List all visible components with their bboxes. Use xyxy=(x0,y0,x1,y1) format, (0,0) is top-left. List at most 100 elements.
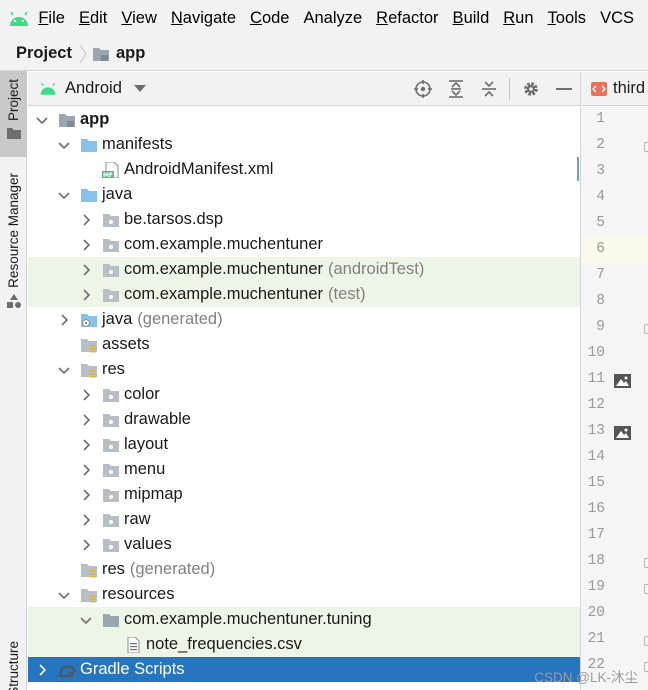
editor-tab-strip: third xyxy=(580,72,648,106)
tree-node-csv-file[interactable]: note_frequencies.csv xyxy=(28,632,580,657)
tree-node-package-android-test[interactable]: com.example.muchentuner (androidTest) xyxy=(28,257,580,282)
settings-button[interactable] xyxy=(514,72,547,106)
chevron-down-icon[interactable] xyxy=(58,364,70,376)
chevron-right-icon[interactable] xyxy=(80,538,92,551)
tree-node-package-test[interactable]: com.example.muchentuner (test) xyxy=(28,282,580,307)
collapse-all-button[interactable] xyxy=(472,72,505,106)
tree-node-java-generated[interactable]: java (generated) xyxy=(28,307,580,332)
menu-tools[interactable]: Tools xyxy=(548,9,587,28)
select-opened-file-button[interactable] xyxy=(406,72,439,106)
tree-node-res-drawable[interactable]: drawable xyxy=(28,407,580,432)
menu-edit[interactable]: Edit xyxy=(79,9,107,28)
tree-node-package[interactable]: com.example.muchentuner xyxy=(28,232,580,257)
fold-icon[interactable] xyxy=(644,584,648,594)
menu-refactor[interactable]: Refactor xyxy=(376,9,438,28)
line-number: 5 xyxy=(596,215,605,231)
view-mode-dropdown[interactable]: Android xyxy=(39,79,146,98)
tree-node-res-color[interactable]: color xyxy=(28,382,580,407)
tree-node-resources[interactable]: resources xyxy=(28,582,580,607)
tree-node-manifests[interactable]: manifests xyxy=(28,132,580,157)
chevron-right-icon[interactable] xyxy=(80,388,92,401)
chevron-right-icon[interactable] xyxy=(36,663,48,676)
menu-code[interactable]: Code xyxy=(250,9,289,28)
tree-node-app[interactable]: app xyxy=(28,107,580,132)
tree-node-res-generated[interactable]: res (generated) xyxy=(28,557,580,582)
chevron-right-icon[interactable] xyxy=(80,513,92,526)
chevron-right-icon[interactable] xyxy=(80,488,92,501)
tree-node-suffix: (generated) xyxy=(129,560,216,578)
tree-node-label: res xyxy=(102,560,125,578)
folder-icon xyxy=(103,538,119,552)
minimize-icon xyxy=(555,88,572,90)
expand-all-button[interactable] xyxy=(439,72,472,106)
tree-node-package[interactable]: be.tarsos.dsp xyxy=(28,207,580,232)
menu-navigate[interactable]: Navigate xyxy=(171,9,236,28)
chevron-down-icon[interactable] xyxy=(58,189,70,201)
menu-vcs[interactable]: VCS xyxy=(600,9,634,28)
menu-analyze[interactable]: Analyze xyxy=(303,9,362,28)
chevron-right-icon[interactable] xyxy=(80,438,92,451)
menu-view[interactable]: View xyxy=(121,9,156,28)
breadcrumb-module[interactable]: app xyxy=(116,44,145,63)
line-number: 21 xyxy=(587,631,605,647)
line-number: 9 xyxy=(596,319,605,335)
tree-node-android-manifest[interactable]: MF AndroidManifest.xml xyxy=(28,157,580,182)
chevron-down-icon[interactable] xyxy=(80,614,92,626)
fold-icon[interactable] xyxy=(644,558,648,568)
tree-node-res-raw[interactable]: raw xyxy=(28,507,580,532)
fold-icon[interactable] xyxy=(644,662,648,672)
tree-node-label: AndroidManifest.xml xyxy=(124,160,274,178)
tree-node-label: com.example.muchentuner xyxy=(124,235,324,253)
breadcrumb-project[interactable]: Project xyxy=(16,44,72,63)
tab-structure[interactable]: Structure xyxy=(0,641,27,690)
tab-resource-manager-label: Resource Manager xyxy=(6,173,21,288)
tab-project[interactable]: Project xyxy=(0,71,27,157)
tree-node-assets[interactable]: assets xyxy=(28,332,580,357)
breadcrumb-separator-icon xyxy=(79,44,87,63)
hide-panel-button[interactable] xyxy=(547,72,580,106)
chevron-right-icon[interactable] xyxy=(80,238,92,251)
chevron-right-icon[interactable] xyxy=(80,263,92,276)
chevron-right-icon[interactable] xyxy=(80,213,92,226)
tree-node-label: note_frequencies.csv xyxy=(146,635,302,653)
chevron-down-icon[interactable] xyxy=(36,114,48,126)
line-number: 3 xyxy=(596,163,605,179)
package-icon xyxy=(103,213,119,227)
tree-node-res-mipmap[interactable]: mipmap xyxy=(28,482,580,507)
menu-build[interactable]: Build xyxy=(453,9,490,28)
editor-tab-label[interactable]: third xyxy=(613,79,645,98)
line-number: 7 xyxy=(596,267,605,283)
chevron-right-icon[interactable] xyxy=(80,288,92,301)
image-preview-icon[interactable] xyxy=(614,374,631,388)
tree-node-label: values xyxy=(124,535,172,553)
fold-icon[interactable] xyxy=(644,142,648,152)
tree-node-res-layout[interactable]: layout xyxy=(28,432,580,457)
chevron-right-icon[interactable] xyxy=(80,413,92,426)
tree-node-label: assets xyxy=(102,335,150,353)
tree-node-label: color xyxy=(124,385,160,403)
fold-icon[interactable] xyxy=(644,636,648,646)
tree-node-res-menu[interactable]: menu xyxy=(28,457,580,482)
tree-node-label: java xyxy=(102,310,133,328)
tab-resource-manager[interactable]: Resource Manager xyxy=(0,171,27,321)
image-preview-icon[interactable] xyxy=(614,426,631,440)
project-tree: app manifests MF AndroidManifest.xml jav… xyxy=(28,107,580,690)
module-folder-icon xyxy=(92,47,109,61)
tree-node-res-values[interactable]: values xyxy=(28,532,580,557)
line-number: 18 xyxy=(587,553,605,569)
chevron-right-icon[interactable] xyxy=(80,463,92,476)
tree-node-gradle-scripts[interactable]: Gradle Scripts xyxy=(28,657,580,682)
chevron-down-icon[interactable] xyxy=(58,589,70,601)
xml-file-icon xyxy=(591,81,607,96)
tree-node-label: Gradle Scripts xyxy=(80,660,185,678)
menu-run[interactable]: Run xyxy=(503,9,533,28)
menu-file[interactable]: File xyxy=(38,9,65,28)
tree-node-tuning-package[interactable]: com.example.muchentuner.tuning xyxy=(28,607,580,632)
resource-folder-icon xyxy=(81,588,97,602)
fold-icon[interactable] xyxy=(644,324,648,334)
line-number: 16 xyxy=(587,501,605,517)
tree-node-res[interactable]: res xyxy=(28,357,580,382)
chevron-right-icon[interactable] xyxy=(58,313,70,326)
tree-node-java[interactable]: java xyxy=(28,182,580,207)
chevron-down-icon[interactable] xyxy=(58,139,70,151)
